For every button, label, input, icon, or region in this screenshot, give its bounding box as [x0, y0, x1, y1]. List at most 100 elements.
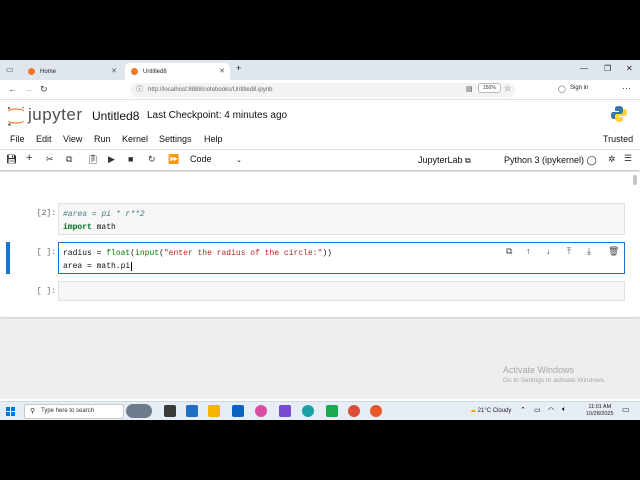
taskbar-clock[interactable]: 11:01 AM 10/28/2025 [586, 404, 614, 418]
add-cell-icon[interactable]: + [26, 152, 32, 164]
code-text: math [91, 223, 116, 232]
external-link-icon: ⧉ [465, 156, 471, 165]
screen: ▭ Home ✕ Untitled8 ✕ + — ❐ ✕ ← → ↻ ⓘ htt… [0, 60, 640, 420]
run-icon[interactable]: ▶ [108, 154, 115, 165]
code-builtin: input [135, 249, 160, 258]
forward-icon[interactable]: → [24, 84, 33, 94]
menu-run[interactable]: Run [94, 134, 111, 144]
code-keyword: import [63, 223, 92, 232]
info-icon[interactable]: ⓘ [136, 83, 143, 97]
close-window-icon[interactable]: ✕ [626, 64, 633, 73]
activate-windows-title: Activate Windows [503, 365, 575, 375]
duplicate-cell-icon[interactable]: ⧉ [506, 246, 512, 257]
tab-home-label: Home [40, 68, 57, 75]
close-tab-icon[interactable]: ✕ [111, 67, 117, 75]
trusted-indicator[interactable]: Trusted [603, 134, 633, 144]
kernel-name: Python 3 (ipykernel) [504, 155, 585, 165]
windows-start-icon[interactable] [6, 407, 15, 416]
edge-icon[interactable] [302, 405, 314, 417]
minimize-icon[interactable]: — [580, 64, 588, 73]
maximize-icon[interactable]: ❐ [604, 64, 611, 73]
zoom-level[interactable]: 150% [478, 83, 501, 93]
tab-home[interactable]: Home ✕ [22, 63, 122, 80]
cell-prompt: [2]: [36, 209, 56, 218]
file-explorer-icon[interactable] [208, 405, 220, 417]
taskbar-search-placeholder: Type here to search [41, 408, 95, 414]
restart-run-all-icon[interactable]: ⏩ [168, 154, 179, 165]
code-cell-2[interactable]: radius = float(input("enter the radius o… [58, 242, 625, 274]
jupyter-favicon-icon [131, 68, 138, 75]
weather-text: 21°C Cloudy [477, 408, 512, 414]
url-field[interactable]: ⓘ http://localhost:8888/notebooks/Untitl… [130, 83, 515, 97]
menu-help[interactable]: Help [204, 134, 223, 144]
kernel-status-icon: ◯ [586, 155, 597, 165]
browser-tab-bar: ▭ Home ✕ Untitled8 ✕ + — ❐ ✕ [0, 60, 640, 80]
reader-view-icon[interactable]: ▤ [466, 85, 473, 93]
chevron-down-icon: ⌄ [236, 157, 242, 164]
menu-edit[interactable]: Edit [36, 134, 52, 144]
code-cell-1[interactable]: #area = pi * r**2 import math [58, 203, 625, 235]
code-string: "enter the radius of the circle:" [163, 249, 323, 258]
move-up-icon[interactable]: ↑ [526, 246, 531, 256]
restart-icon[interactable]: ↻ [148, 154, 156, 165]
menu-bar: File Edit View Run Kernel Settings Help … [0, 132, 640, 150]
search-highlight-icon[interactable] [126, 404, 152, 418]
app-icon[interactable] [326, 405, 338, 417]
code-comment: #area = pi * r**2 [63, 210, 145, 219]
kernel-indicator[interactable]: Python 3 (ipykernel) ◯ [504, 155, 597, 166]
menu-view[interactable]: View [63, 134, 82, 144]
bug-icon[interactable]: ✲ [608, 154, 616, 165]
wifi-icon[interactable]: ◠ [548, 406, 554, 414]
active-cell-indicator [6, 242, 10, 274]
windows-taskbar: ⚲ Type here to search ☁ 21°C Cloudy ⌃ ▭ … [0, 401, 640, 420]
copy-icon[interactable]: ⧉ [66, 154, 72, 165]
notebook-toolbar: 💾︎ + ✂ ⧉ 📋︎ ▶ ■ ↻ ⏩ Code ⌄ JupyterLab ⧉ … [0, 150, 640, 171]
stop-icon[interactable]: ■ [128, 154, 133, 164]
save-icon[interactable]: 💾︎ [6, 154, 17, 165]
notebook-title[interactable]: Untitled8 [92, 109, 139, 123]
jupyterlab-link[interactable]: JupyterLab ⧉ [418, 155, 471, 166]
profile-icon[interactable]: ◯ [558, 85, 566, 93]
cell-type-select[interactable]: Code ⌄ [190, 154, 242, 164]
code-cell-3[interactable] [58, 281, 625, 301]
menu-kernel[interactable]: Kernel [122, 134, 148, 144]
sign-in-button[interactable]: Sign in [570, 85, 588, 91]
cell-type-value: Code [190, 154, 212, 164]
jupyter-header: jupyter Untitled8 Last Checkpoint: 4 min… [0, 100, 640, 132]
tray-chevron-icon[interactable]: ⌃ [520, 406, 526, 414]
tab-actions-icon[interactable]: ▭ [6, 65, 14, 74]
menu-file[interactable]: File [10, 134, 25, 144]
settings-icon[interactable]: ☰ [624, 153, 632, 164]
python-logo-icon [611, 106, 627, 122]
store-icon[interactable] [186, 405, 198, 417]
back-icon[interactable]: ← [8, 84, 17, 94]
weather-widget[interactable]: ☁ 21°C Cloudy [470, 407, 511, 414]
menu-settings[interactable]: Settings [159, 134, 192, 144]
outlook-icon[interactable] [232, 405, 244, 417]
jupyter-logo-icon[interactable] [6, 105, 26, 127]
copilot-icon[interactable] [255, 405, 267, 417]
app-icon[interactable] [279, 405, 291, 417]
insert-above-icon[interactable]: ⤒ [567, 246, 571, 257]
task-view-icon[interactable] [164, 405, 176, 417]
chrome-icon[interactable] [348, 405, 360, 417]
firefox-icon[interactable] [370, 405, 382, 417]
delete-cell-icon[interactable]: 🗑︎ [608, 246, 619, 257]
refresh-icon[interactable]: ↻ [40, 84, 48, 95]
cut-icon[interactable]: ✂ [46, 154, 54, 165]
taskbar-search[interactable]: ⚲ Type here to search [24, 404, 124, 419]
new-tab-icon[interactable]: + [236, 63, 241, 73]
code-text: radius = [63, 249, 107, 258]
paste-icon[interactable]: 📋︎ [87, 154, 98, 165]
favorite-star-icon[interactable]: ☆ [504, 84, 511, 93]
tab-untitled8[interactable]: Untitled8 ✕ [125, 63, 230, 80]
volume-icon[interactable]: 🔈︎ [562, 406, 566, 414]
network-icon[interactable]: ▭ [534, 406, 541, 414]
close-tab-icon[interactable]: ✕ [219, 67, 225, 75]
move-down-icon[interactable]: ↓ [546, 246, 551, 256]
insert-below-icon[interactable]: ⤓ [587, 246, 591, 257]
more-menu-icon[interactable]: ⋯ [622, 83, 631, 94]
scrollbar[interactable] [633, 175, 637, 185]
jupyter-logo-text[interactable]: jupyter [28, 105, 83, 125]
notification-icon[interactable]: ▭ [622, 405, 630, 414]
